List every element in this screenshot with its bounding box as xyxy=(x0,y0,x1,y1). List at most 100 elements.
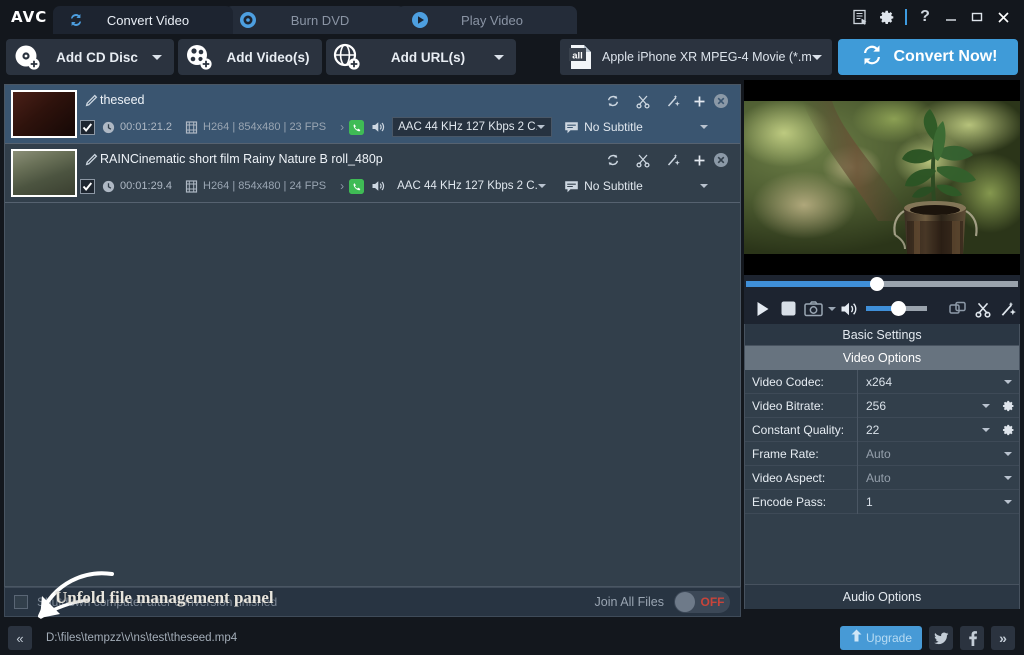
expand-chevron-icon[interactable]: › xyxy=(340,120,344,134)
file-checkbox[interactable] xyxy=(80,119,95,135)
file-duration: 00:01:29.4 xyxy=(120,180,172,192)
conversion-options-bar: Shutdown computer after conversion finis… xyxy=(4,587,741,617)
add-videos-button[interactable]: Add Video(s) xyxy=(178,39,322,75)
add-icon[interactable] xyxy=(688,91,710,111)
convert-now-button[interactable]: Convert Now! xyxy=(838,39,1018,75)
twitter-icon[interactable] xyxy=(929,626,953,650)
row-action-icons xyxy=(598,150,732,170)
subtitle-selector[interactable]: No Subtitle xyxy=(584,176,714,196)
subtitle-selector[interactable]: No Subtitle xyxy=(584,117,714,137)
chevron-down-icon[interactable] xyxy=(152,54,162,60)
tab-burn-dvd-label: Burn DVD xyxy=(290,12,350,28)
video-options-header[interactable]: Video Options xyxy=(745,346,1019,370)
setting-encode-pass: Encode Pass: 1 xyxy=(745,489,1019,514)
file-meta-row: 00:01:21.2 H264 | 854x480 | 23 FPS › AAC… xyxy=(80,117,714,137)
effects-icon[interactable] xyxy=(658,91,688,111)
upgrade-label: Upgrade xyxy=(865,631,913,645)
cut-icon[interactable] xyxy=(628,150,658,170)
snapshot-button[interactable] xyxy=(801,293,826,324)
video-bitrate-gear-icon[interactable] xyxy=(997,399,1019,413)
add-cd-disc-button[interactable]: Add CD Disc xyxy=(6,39,174,75)
table-row[interactable]: RAINCinematic short film Rainy Nature B … xyxy=(5,144,740,203)
effects-button[interactable] xyxy=(995,293,1020,324)
setting-label: Frame Rate: xyxy=(745,441,858,466)
rename-pencil-icon[interactable] xyxy=(84,94,98,108)
video-codec-select[interactable]: x264 xyxy=(858,370,1019,394)
help-glyph: ? xyxy=(920,8,930,25)
audio-track-label: AAC 44 KHz 127 Kbps 2 C... xyxy=(398,121,538,133)
help-icon[interactable]: ? xyxy=(912,4,938,30)
file-name: theseed xyxy=(100,93,145,107)
app-logo: AVC xyxy=(11,8,48,26)
close-icon[interactable] xyxy=(990,4,1016,30)
all-format-icon: all xyxy=(568,43,594,71)
expand-chevron-icon[interactable]: › xyxy=(340,179,344,193)
facebook-icon[interactable] xyxy=(960,626,984,650)
chevron-down-icon[interactable] xyxy=(494,54,504,60)
frame-rate-select[interactable]: Auto xyxy=(858,442,1019,466)
add-icon[interactable] xyxy=(688,150,710,170)
setting-label: Encode Pass: xyxy=(745,489,858,514)
rename-pencil-icon[interactable] xyxy=(84,153,98,167)
encode-pass-select[interactable]: 1 xyxy=(858,490,1019,514)
volume-handle[interactable] xyxy=(891,301,907,316)
upgrade-button[interactable]: Upgrade xyxy=(840,626,922,650)
convert-now-label: Convert Now! xyxy=(893,48,998,65)
volume-slider[interactable] xyxy=(866,301,927,316)
play-button[interactable] xyxy=(750,293,776,324)
video-preview[interactable] xyxy=(744,80,1020,275)
register-icon[interactable] xyxy=(847,4,873,30)
seek-handle[interactable] xyxy=(870,277,884,291)
audio-track-icon[interactable] xyxy=(349,119,365,135)
preview-frame-seedling xyxy=(744,101,1020,254)
setting-video-codec: Video Codec: x264 xyxy=(745,369,1019,394)
add-urls-button[interactable]: Add URL(s) xyxy=(326,39,516,75)
audio-options-header[interactable]: Audio Options xyxy=(744,584,1020,609)
rotate-icon[interactable] xyxy=(598,91,628,111)
video-aspect-select[interactable]: Auto xyxy=(858,466,1019,490)
file-checkbox[interactable] xyxy=(80,178,95,194)
snapshot-dropdown[interactable] xyxy=(825,293,838,324)
output-profile-selector[interactable]: all Apple iPhone XR MPEG-4 Movie (*.m... xyxy=(560,39,832,75)
seek-fill xyxy=(746,281,876,287)
collapse-panel-button[interactable]: « xyxy=(8,626,32,650)
tab-convert-video[interactable]: Convert Video xyxy=(53,6,233,34)
video-bitrate-select[interactable]: 256 xyxy=(858,394,997,418)
encoding-settings: Basic Settings Video Options Video Codec… xyxy=(744,324,1020,584)
tab-convert-video-label: Convert Video xyxy=(106,12,190,28)
constant-quality-gear-icon[interactable] xyxy=(997,423,1019,437)
video-thumbnail[interactable] xyxy=(11,90,77,138)
audio-track-selector[interactable]: AAC 44 KHz 127 Kbps 2 C... xyxy=(392,117,553,137)
more-button[interactable]: » xyxy=(991,626,1015,650)
subtitle-label: No Subtitle xyxy=(584,120,643,134)
play-icon xyxy=(411,11,429,29)
remove-icon[interactable] xyxy=(710,91,732,111)
volume-icon[interactable] xyxy=(839,293,862,324)
audio-track-selector[interactable]: AAC 44 KHz 127 Kbps 2 C... xyxy=(392,176,552,196)
rotate-icon[interactable] xyxy=(598,150,628,170)
chevron-down-icon[interactable] xyxy=(812,54,822,60)
basic-settings-header[interactable]: Basic Settings xyxy=(745,324,1019,346)
remove-icon[interactable] xyxy=(710,150,732,170)
clock-icon xyxy=(102,121,115,134)
tab-play-video[interactable]: Play Video xyxy=(397,6,577,34)
fullscreen-button[interactable] xyxy=(945,293,971,324)
constant-quality-select[interactable]: 22 xyxy=(858,418,997,442)
effects-icon[interactable] xyxy=(658,150,688,170)
playback-seek-bar[interactable] xyxy=(744,275,1020,293)
chevron-down-icon xyxy=(537,125,546,129)
cut-icon[interactable] xyxy=(628,91,658,111)
stop-button[interactable] xyxy=(776,293,801,324)
add-urls-label: Add URL(s) xyxy=(390,49,466,65)
tab-play-video-label: Play Video xyxy=(461,12,523,28)
minimize-icon[interactable] xyxy=(938,4,964,30)
settings-gear-icon[interactable] xyxy=(873,4,899,30)
tab-burn-dvd[interactable]: Burn DVD xyxy=(225,6,405,34)
shutdown-checkbox[interactable] xyxy=(14,595,28,609)
cut-button[interactable] xyxy=(971,293,996,324)
audio-track-icon[interactable] xyxy=(349,178,365,194)
table-row[interactable]: theseed 00:01:21.2 H264 | 854x480 | 23 F… xyxy=(5,85,740,144)
video-thumbnail[interactable] xyxy=(11,149,77,197)
join-all-files-toggle[interactable]: OFF xyxy=(674,591,730,613)
maximize-icon[interactable] xyxy=(964,4,990,30)
